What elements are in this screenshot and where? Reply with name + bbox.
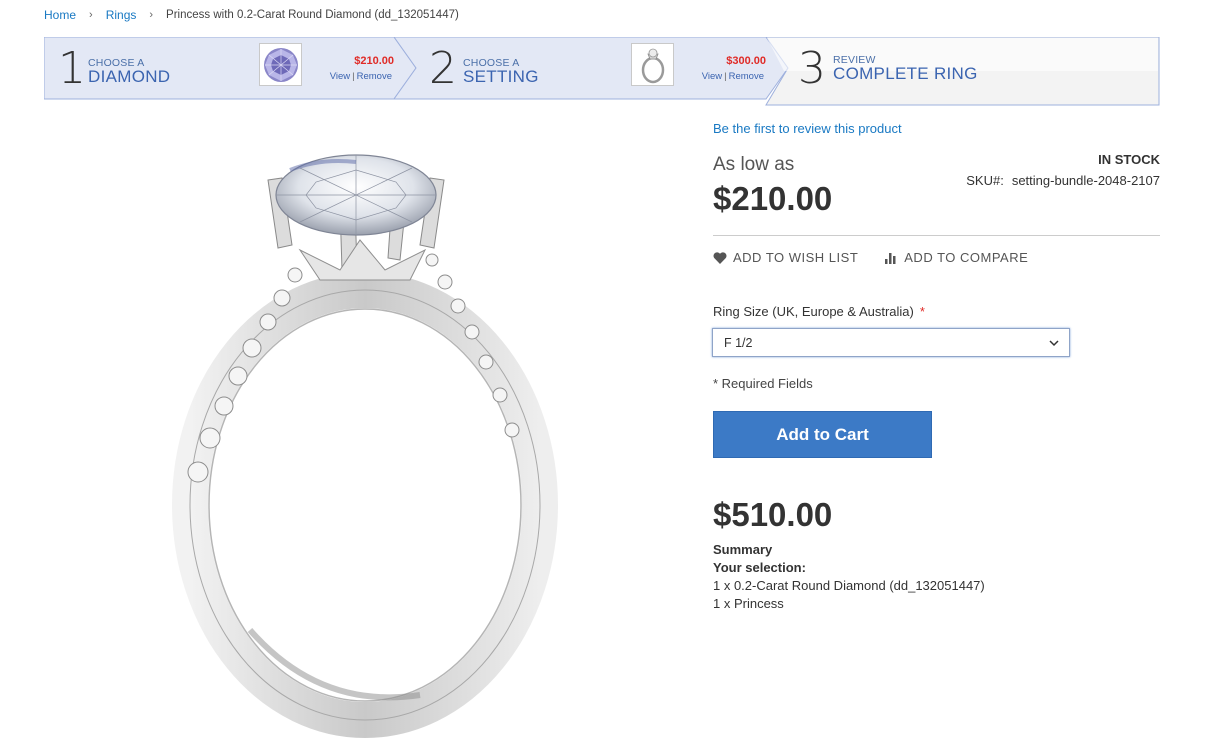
add-to-wishlist-button[interactable]: ADD TO WISH LIST xyxy=(713,250,858,265)
chevron-right-icon: › xyxy=(149,9,154,21)
step-number: 3 xyxy=(798,43,826,94)
diamond-icon xyxy=(263,47,298,82)
ring-size-label-text: Ring Size (UK, Europe & Australia) xyxy=(713,304,914,319)
chevron-right-icon: › xyxy=(89,9,93,21)
wishlist-label: ADD TO WISH LIST xyxy=(733,250,859,265)
heart-icon xyxy=(713,251,727,264)
sku-label: SKU#: xyxy=(966,173,1004,188)
remove-setting-link[interactable]: Remove xyxy=(729,71,764,82)
step-number: 1 xyxy=(58,43,86,94)
setting-actions: View | Remove xyxy=(701,71,764,82)
step-main-label: DIAMOND xyxy=(88,67,171,86)
step-number: 2 xyxy=(429,43,457,94)
divider xyxy=(713,235,1160,236)
add-to-compare-button[interactable]: ADD TO COMPARE xyxy=(884,250,1028,265)
selection-item-setting: 1 x Princess xyxy=(713,596,784,611)
setting-price: $300.00 xyxy=(726,55,766,67)
breadcrumb-current: Princess with 0.2-Carat Round Diamond (d… xyxy=(166,9,459,21)
diamond-actions: View | Remove xyxy=(329,71,392,82)
selection-item-diamond: 1 x 0.2-Carat Round Diamond (dd_13205144… xyxy=(713,578,985,593)
ring-size-label: Ring Size (UK, Europe & Australia) * xyxy=(713,304,925,319)
selection-title: Your selection: xyxy=(713,560,806,575)
breadcrumb-rings-link[interactable]: Rings xyxy=(106,8,137,22)
ring-icon xyxy=(641,48,664,83)
ring-size-value: F 1/2 xyxy=(724,335,753,350)
review-link[interactable]: Be the first to review this product xyxy=(713,121,902,136)
builder-steps: 1 CHOOSE A DIAMOND $210.00 View | Remove 2… xyxy=(44,37,1160,106)
chevron-down-icon xyxy=(1049,340,1059,347)
sku: SKU#: setting-bundle-2048-2107 xyxy=(966,173,1160,188)
diamond-thumbnail xyxy=(259,43,302,86)
setting-thumbnail xyxy=(631,43,674,86)
as-low-as-label: As low as xyxy=(713,154,795,175)
compare-label: ADD TO COMPARE xyxy=(904,250,1029,265)
total-price: $510.00 xyxy=(713,496,833,533)
summary-title: Summary xyxy=(713,542,773,557)
step-complete-ring[interactable]: 3 REVIEW COMPLETE RING xyxy=(788,37,1160,99)
breadcrumb: Home › Rings › Princess with 0.2-Carat R… xyxy=(44,8,459,22)
required-fields-note: * Required Fields xyxy=(713,376,813,391)
selection-summary: Summary Your selection: 1 x 0.2-Carat Ro… xyxy=(713,541,985,613)
ring-photo xyxy=(172,154,558,738)
ring-size-select[interactable]: F 1/2 xyxy=(712,328,1070,357)
step-main-label: COMPLETE RING xyxy=(833,64,978,83)
view-diamond-link[interactable]: View xyxy=(330,71,350,82)
view-setting-link[interactable]: View xyxy=(702,71,722,82)
required-asterisk: * xyxy=(919,304,925,319)
stock-status: IN STOCK xyxy=(1098,152,1160,167)
breadcrumb-home-link[interactable]: Home xyxy=(44,8,76,22)
diamond-price: $210.00 xyxy=(354,55,394,67)
product-price: $210.00 xyxy=(713,180,833,217)
sku-value: setting-bundle-2048-2107 xyxy=(1011,173,1160,188)
step-choose-diamond[interactable]: 1 CHOOSE A DIAMOND $210.00 View | Remove xyxy=(44,37,416,99)
product-image xyxy=(160,150,560,739)
step-choose-setting[interactable]: 2 CHOOSE A SETTING $300.00 View | Remove xyxy=(416,37,788,99)
compare-chart-icon xyxy=(885,252,896,264)
add-to-cart-button[interactable]: Add to Cart xyxy=(713,411,932,458)
step-main-label: SETTING xyxy=(463,67,539,86)
product-actions: ADD TO WISH LIST ADD TO COMPARE xyxy=(713,250,1054,265)
remove-diamond-link[interactable]: Remove xyxy=(357,71,392,82)
